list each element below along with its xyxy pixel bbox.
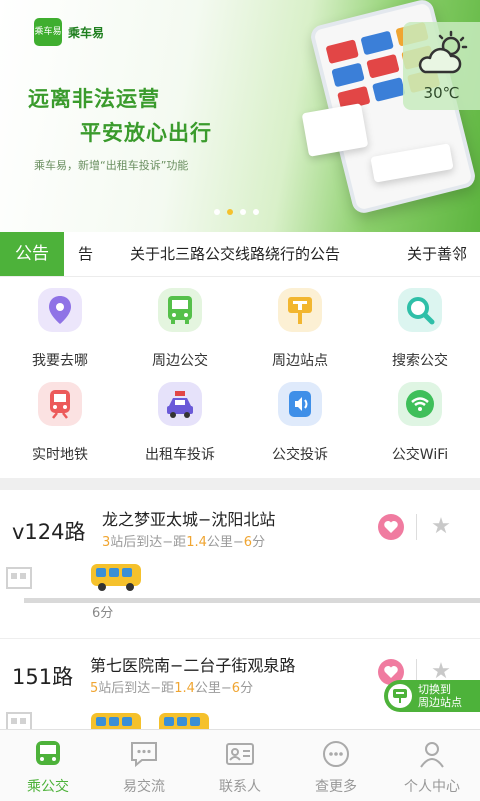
- tab-more[interactable]: 查更多: [288, 730, 384, 801]
- subway-icon: [38, 382, 82, 426]
- banner-tagline: 乘车易，新增“出租车投诉”功能: [34, 159, 189, 172]
- bus-position-icon: [91, 564, 141, 591]
- more-icon: [323, 741, 349, 767]
- service-realtime-subway[interactable]: 实时地铁: [0, 378, 120, 466]
- service-nearby-bus[interactable]: 周边公交: [120, 284, 240, 372]
- notice-item[interactable]: 关于善邻: [407, 232, 467, 276]
- carousel-dot[interactable]: [240, 209, 246, 215]
- service-taxi-complaint[interactable]: 出租车投诉: [120, 378, 240, 466]
- partly-cloudy-icon: [418, 30, 468, 74]
- service-search-bus[interactable]: 搜索公交: [360, 284, 480, 372]
- carousel-dot[interactable]: [253, 209, 259, 215]
- notice-label: 公告: [0, 232, 64, 276]
- weather-widget[interactable]: 30℃: [403, 22, 480, 110]
- tab-label: 联系人: [219, 779, 261, 795]
- route-card[interactable]: v124路 龙之梦亚太城−沈阳北站 3站后到达−距1.4公里−6分 ★ 6分: [0, 490, 480, 639]
- bottom-tab-bar: 乘公交 易交流 联系人 查更多 个人中心: [0, 729, 480, 801]
- taxi-icon: [158, 382, 202, 426]
- service-where-to-go[interactable]: 我要去哪: [0, 284, 120, 372]
- tab-ride-bus[interactable]: 乘公交: [0, 730, 96, 801]
- carousel-dot[interactable]: [214, 209, 220, 215]
- notice-bar: 公告 告 关于北三路公交线路绕行的公告 关于善邻: [0, 232, 480, 277]
- route-number: 151路: [12, 665, 74, 689]
- tab-label: 查更多: [315, 779, 357, 795]
- brand-name: 乘车易: [68, 25, 105, 40]
- location-pin-icon: [38, 288, 82, 332]
- service-bus-complaint[interactable]: 公交投诉: [240, 378, 360, 466]
- service-label: 周边公交: [152, 353, 208, 369]
- banner-slogan-line2: 平安放心出行: [80, 121, 212, 145]
- bus-stop-icon: [6, 567, 32, 589]
- tab-profile[interactable]: 个人中心: [384, 730, 480, 801]
- route-destination: 龙之梦亚太城−沈阳北站: [102, 510, 276, 529]
- promo-banner[interactable]: 乘车易 乘车易 远离非法运营 平安放心出行 乘车易，新增“出租车投诉”功能 30…: [0, 0, 480, 232]
- bus-tab-icon: [36, 741, 60, 765]
- service-label: 公交WiFi: [391, 447, 449, 463]
- service-label: 周边站点: [272, 353, 328, 369]
- carousel-indicator: [214, 209, 259, 215]
- tab-label: 易交流: [123, 779, 165, 795]
- service-bus-wifi[interactable]: 公交WiFi: [360, 378, 480, 466]
- bus-icon: [158, 288, 202, 332]
- route-destination: 第七医院南−二台子街观泉路: [90, 656, 296, 675]
- chat-icon: [131, 742, 157, 768]
- heart-icon[interactable]: [378, 514, 404, 540]
- switch-button-label: 切换到 周边站点: [418, 683, 462, 709]
- service-grid: 我要去哪 周边公交 周边站点 搜索公交 实时地铁 出租车投诉 公交投诉 公交Wi…: [0, 284, 480, 463]
- tab-contacts[interactable]: 联系人: [192, 730, 288, 801]
- logo-icon: 乘车易: [34, 18, 62, 46]
- banner-slogan-line1: 远离非法运营: [28, 87, 160, 111]
- route-number: v124路: [12, 520, 86, 544]
- service-label: 公交投诉: [272, 447, 328, 463]
- wifi-icon: [398, 382, 442, 426]
- notice-item[interactable]: 关于北三路公交线路绕行的公告: [130, 232, 340, 276]
- carousel-dot-active[interactable]: [227, 209, 233, 215]
- weather-temperature: 30℃: [423, 84, 460, 102]
- contact-card-icon: [226, 743, 254, 765]
- route-arrival-info: 3站后到达−距1.4公里−6分: [102, 535, 266, 550]
- bus-stop-sign-icon: [388, 684, 412, 708]
- service-label: 搜索公交: [392, 353, 448, 369]
- section-divider: [0, 478, 480, 490]
- bus-stop-sign-icon: [278, 288, 322, 332]
- bus-eta-label: 6分: [92, 606, 114, 621]
- service-label: 实时地铁: [32, 447, 88, 463]
- tab-label: 乘公交: [27, 779, 69, 795]
- route-arrival-info: 5站后到达−距1.4公里−6分: [90, 681, 254, 696]
- service-nearby-stops[interactable]: 周边站点: [240, 284, 360, 372]
- service-label: 出租车投诉: [145, 447, 215, 463]
- tab-community[interactable]: 易交流: [96, 730, 192, 801]
- notice-item[interactable]: 告: [78, 232, 93, 276]
- switch-to-nearby-stops-button[interactable]: 切换到 周边站点: [384, 680, 480, 712]
- brand-logo: 乘车易 乘车易: [34, 18, 104, 46]
- tab-label: 个人中心: [404, 779, 460, 795]
- speaker-icon: [278, 382, 322, 426]
- divider: [416, 514, 417, 540]
- user-icon: [420, 742, 444, 768]
- service-label: 我要去哪: [32, 353, 88, 369]
- search-icon: [398, 288, 442, 332]
- star-icon[interactable]: ★: [428, 514, 454, 540]
